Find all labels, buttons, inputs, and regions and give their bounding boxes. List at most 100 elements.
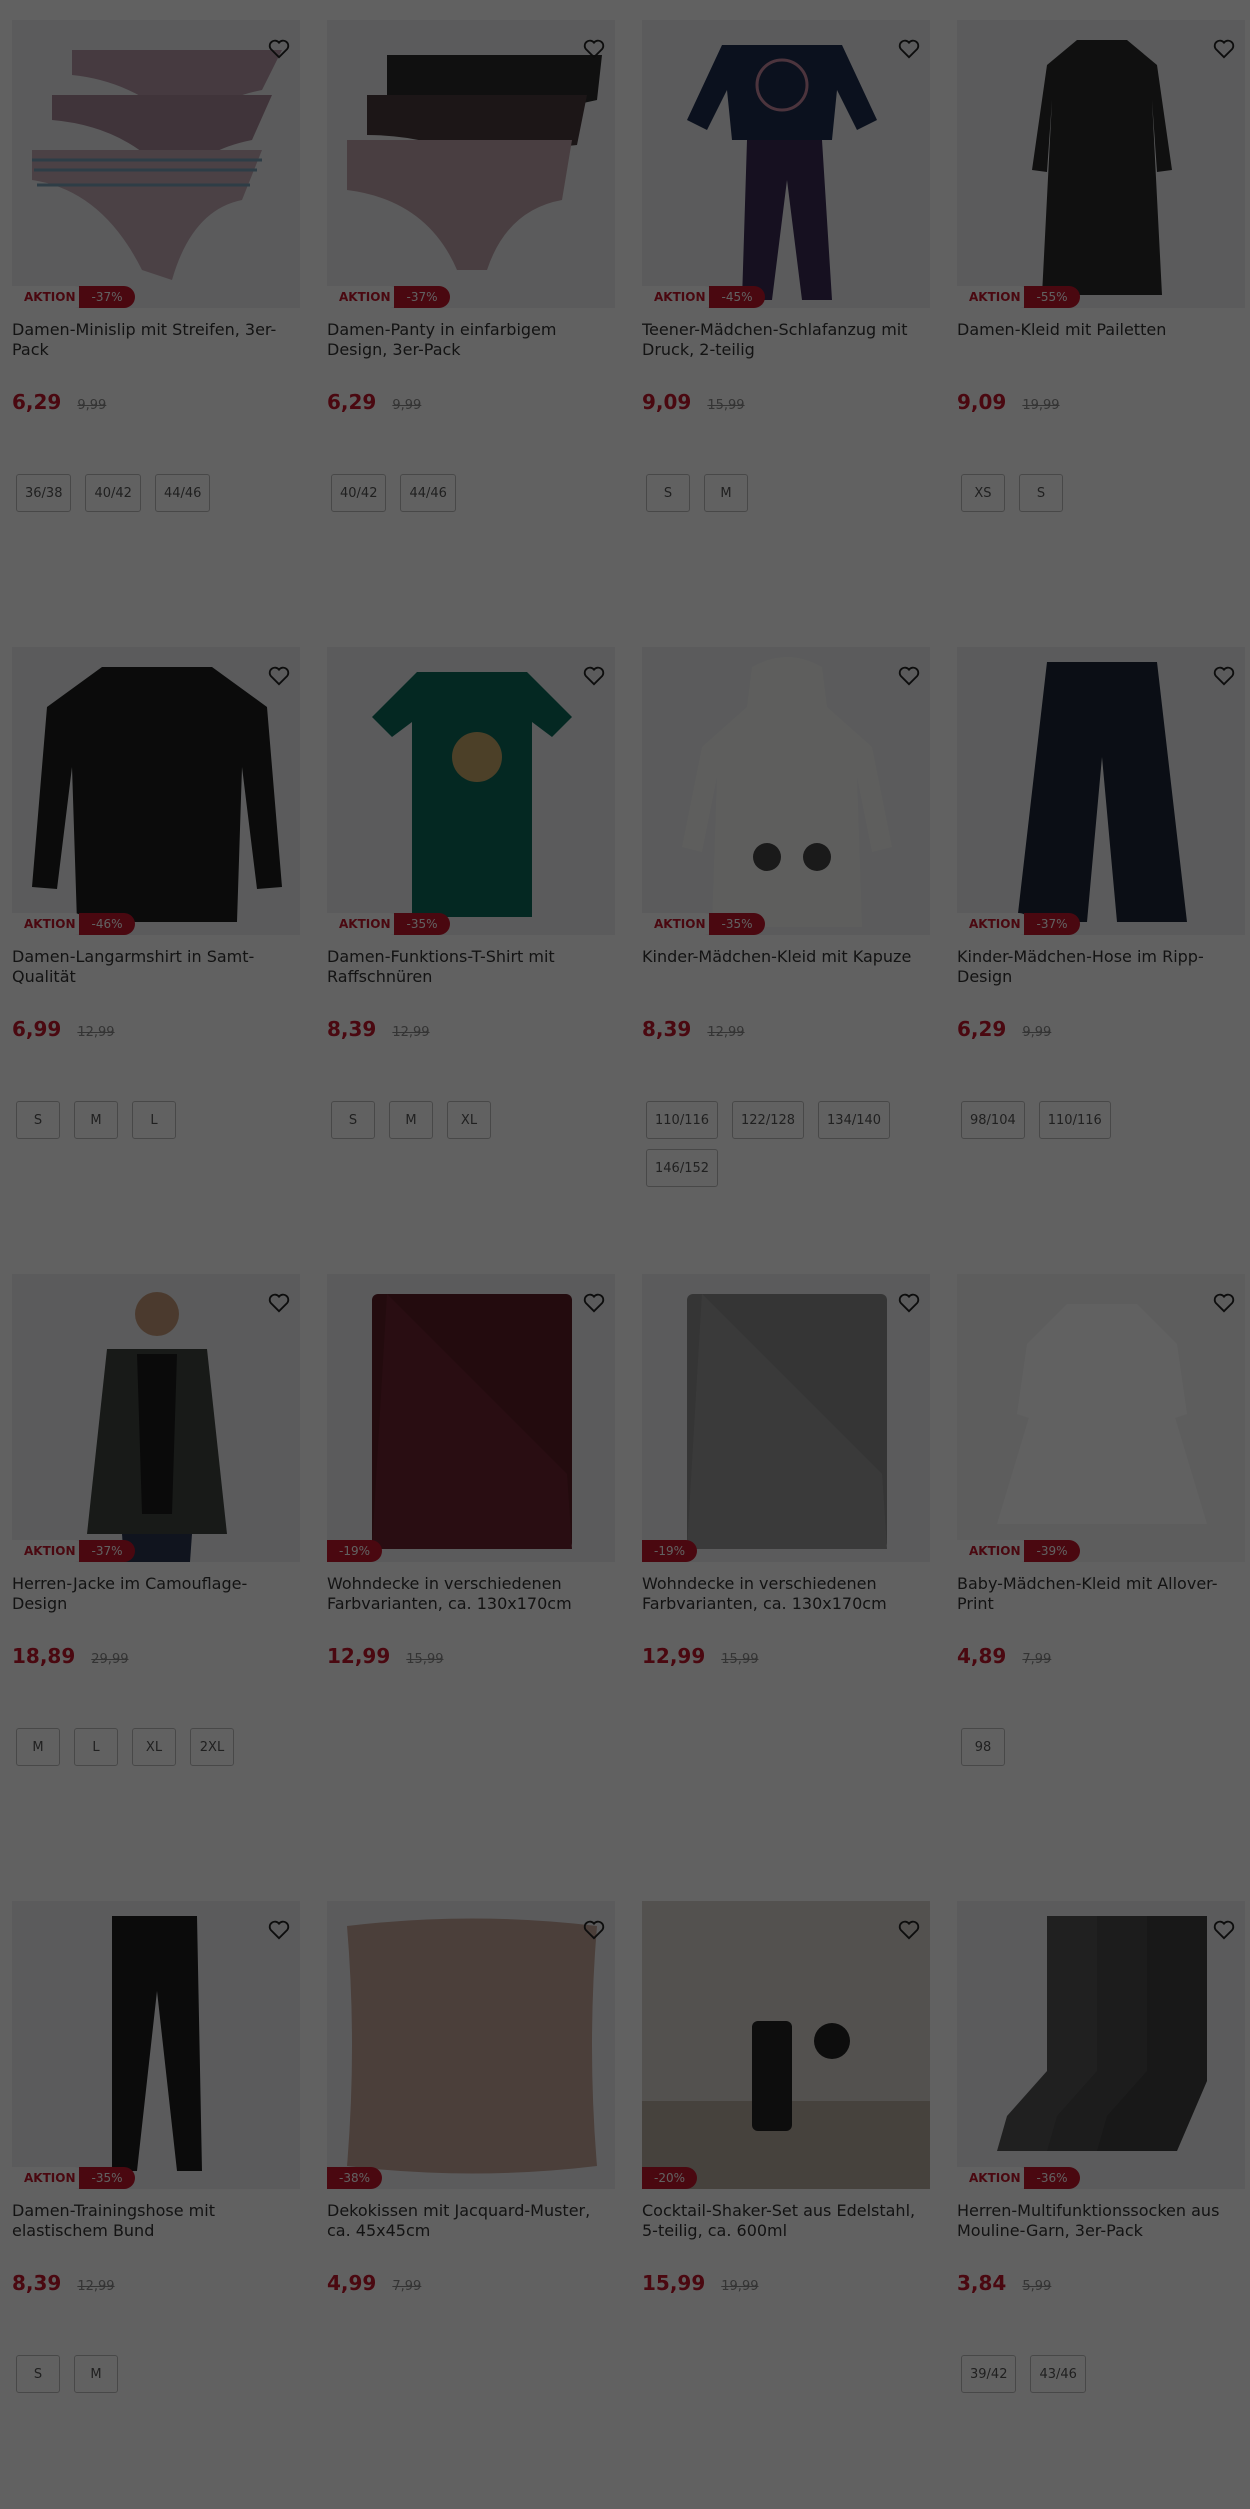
size-option[interactable]: M	[74, 1101, 118, 1139]
discount-badge: -37%	[79, 286, 135, 308]
product-card[interactable]: AKTION -37% Damen-Panty in einfarbigem D…	[327, 0, 615, 627]
product-title[interactable]: Kinder-Mädchen-Kleid mit Kapuze	[642, 947, 930, 987]
product-card[interactable]: AKTION -55% Damen-Kleid mit Pailetten 9,…	[957, 0, 1245, 627]
product-card[interactable]: AKTION -35% Damen-Funktions-T-Shirt mit …	[327, 627, 615, 1254]
size-option[interactable]: 110/116	[1038, 1101, 1111, 1139]
wishlist-heart-icon[interactable]	[896, 36, 922, 62]
product-title[interactable]: Damen-Trainingshose mit elastischem Bund	[12, 2201, 300, 2241]
wishlist-heart-icon[interactable]	[266, 36, 292, 62]
size-option[interactable]: XS	[961, 474, 1005, 512]
size-option[interactable]: S	[16, 2355, 60, 2393]
product-image[interactable]: AKTION -55%	[957, 20, 1245, 308]
product-title[interactable]: Damen-Kleid mit Pailetten	[957, 320, 1245, 360]
size-option[interactable]: M	[704, 474, 748, 512]
product-image[interactable]: AKTION -35%	[642, 647, 930, 935]
product-title[interactable]: Cocktail-Shaker-Set aus Edelstahl, 5-tei…	[642, 2201, 930, 2241]
product-title[interactable]: Baby-Mädchen-Kleid mit Allover-Print	[957, 1574, 1245, 1614]
current-price: 18,89	[12, 1644, 76, 1668]
current-price: 9,09	[642, 390, 692, 414]
size-option[interactable]: 134/140	[818, 1101, 891, 1139]
badge-group: AKTION -35%	[642, 913, 765, 935]
wishlist-heart-icon[interactable]	[581, 1290, 607, 1316]
size-option[interactable]: 146/152	[646, 1149, 719, 1187]
product-image[interactable]: AKTION -39%	[957, 1274, 1245, 1562]
size-option[interactable]: S	[331, 1101, 375, 1139]
product-title[interactable]: Wohndecke in verschiedenen Farbvarianten…	[327, 1574, 615, 1614]
product-card[interactable]: AKTION -45% Teener-Mädchen-Schlafanzug m…	[642, 0, 930, 627]
product-title[interactable]: Teener-Mädchen-Schlafanzug mit Druck, 2-…	[642, 320, 930, 360]
product-card[interactable]: AKTION -35% Kinder-Mädchen-Kleid mit Kap…	[642, 627, 930, 1254]
size-option[interactable]: 44/46	[400, 474, 456, 512]
size-option[interactable]: M	[389, 1101, 433, 1139]
size-option[interactable]: 122/128	[732, 1101, 805, 1139]
size-option[interactable]: S	[1019, 474, 1063, 512]
product-image[interactable]: AKTION -35%	[327, 647, 615, 935]
wishlist-heart-icon[interactable]	[896, 1290, 922, 1316]
product-card[interactable]: AKTION -39% Baby-Mädchen-Kleid mit Allov…	[957, 1254, 1245, 1881]
size-option[interactable]: S	[16, 1101, 60, 1139]
badge-group: -19%	[327, 1540, 383, 1562]
size-option[interactable]: XL	[447, 1101, 491, 1139]
product-image[interactable]: AKTION -37%	[12, 1274, 300, 1562]
product-image[interactable]: AKTION -37%	[12, 20, 300, 308]
product-image[interactable]: AKTION -36%	[957, 1901, 1245, 2189]
size-option[interactable]: 40/42	[331, 474, 387, 512]
product-image[interactable]: AKTION -45%	[642, 20, 930, 308]
wishlist-heart-icon[interactable]	[1211, 1290, 1237, 1316]
wishlist-heart-icon[interactable]	[1211, 1917, 1237, 1943]
product-card[interactable]: -19% Wohndecke in verschiedenen Farbvari…	[642, 1254, 930, 1881]
size-option[interactable]: 43/46	[1030, 2355, 1086, 2393]
wishlist-heart-icon[interactable]	[581, 36, 607, 62]
wishlist-heart-icon[interactable]	[896, 663, 922, 689]
size-option[interactable]: 2XL	[190, 1728, 234, 1766]
product-title[interactable]: Herren-Multifunktionssocken aus Mouline-…	[957, 2201, 1245, 2241]
wishlist-heart-icon[interactable]	[266, 1917, 292, 1943]
size-option[interactable]: L	[132, 1101, 176, 1139]
size-option[interactable]: M	[74, 2355, 118, 2393]
product-title[interactable]: Herren-Jacke im Camouflage-Design	[12, 1574, 300, 1614]
product-card[interactable]: -38% Dekokissen mit Jacquard-Muster, ca.…	[327, 1881, 615, 2508]
size-option[interactable]: S	[646, 474, 690, 512]
product-card[interactable]: AKTION -37% Kinder-Mädchen-Hose im Ripp-…	[957, 627, 1245, 1254]
wishlist-heart-icon[interactable]	[1211, 663, 1237, 689]
product-image[interactable]: -38%	[327, 1901, 615, 2189]
wishlist-heart-icon[interactable]	[1211, 36, 1237, 62]
product-title[interactable]: Damen-Langarmshirt in Samt-Qualität	[12, 947, 300, 987]
product-image[interactable]: AKTION -37%	[957, 647, 1245, 935]
product-image[interactable]: AKTION -37%	[327, 20, 615, 308]
size-option[interactable]: 98/104	[961, 1101, 1025, 1139]
size-option[interactable]: 44/46	[154, 474, 211, 512]
size-option[interactable]: XL	[132, 1728, 176, 1766]
product-card[interactable]: AKTION -37% Damen-Minislip mit Streifen,…	[12, 0, 300, 627]
product-title[interactable]: Wohndecke in verschiedenen Farbvarianten…	[642, 1574, 930, 1614]
product-title[interactable]: Dekokissen mit Jacquard-Muster, ca. 45x4…	[327, 2201, 615, 2241]
size-option[interactable]: 40/42	[85, 474, 141, 512]
product-image[interactable]: -20%	[642, 1901, 930, 2189]
product-image[interactable]: -19%	[327, 1274, 615, 1562]
wishlist-heart-icon[interactable]	[581, 663, 607, 689]
size-option[interactable]: 98	[961, 1728, 1005, 1766]
size-option[interactable]: 110/116	[646, 1101, 719, 1139]
product-card[interactable]: AKTION -46% Damen-Langarmshirt in Samt-Q…	[12, 627, 300, 1254]
wishlist-heart-icon[interactable]	[896, 1917, 922, 1943]
product-image[interactable]: AKTION -35%	[12, 1901, 300, 2189]
wishlist-heart-icon[interactable]	[581, 1917, 607, 1943]
product-title[interactable]: Damen-Minislip mit Streifen, 3er-Pack	[12, 320, 300, 360]
product-card[interactable]: AKTION -37% Herren-Jacke im Camouflage-D…	[12, 1254, 300, 1881]
wishlist-heart-icon[interactable]	[266, 663, 292, 689]
size-option[interactable]: M	[16, 1728, 60, 1766]
product-title[interactable]: Kinder-Mädchen-Hose im Ripp-Design	[957, 947, 1245, 987]
size-option[interactable]: L	[74, 1728, 118, 1766]
product-photo	[327, 1274, 615, 1562]
size-option[interactable]: 36/38	[16, 474, 72, 512]
product-title[interactable]: Damen-Panty in einfarbigem Design, 3er-P…	[327, 320, 615, 360]
product-image[interactable]: AKTION -46%	[12, 647, 300, 935]
product-card[interactable]: -20% Cocktail-Shaker-Set aus Edelstahl, …	[642, 1881, 930, 2508]
product-card[interactable]: AKTION -36% Herren-Multifunktionssocken …	[957, 1881, 1245, 2508]
product-title[interactable]: Damen-Funktions-T-Shirt mit Raffschnüren	[327, 947, 615, 987]
product-card[interactable]: -19% Wohndecke in verschiedenen Farbvari…	[327, 1254, 615, 1881]
product-image[interactable]: -19%	[642, 1274, 930, 1562]
size-option[interactable]: 39/42	[961, 2355, 1017, 2393]
product-card[interactable]: AKTION -35% Damen-Trainingshose mit elas…	[12, 1881, 300, 2508]
wishlist-heart-icon[interactable]	[266, 1290, 292, 1316]
